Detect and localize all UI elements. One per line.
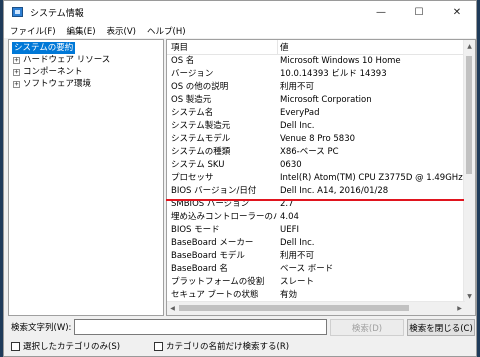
list-row[interactable]: プラットフォームの役割 スレート [167, 276, 465, 289]
highlight-underline [166, 199, 464, 201]
list-row[interactable]: プロセッサ Intel(R) Atom(TM) CPU Z3775D @ 1.49… [167, 172, 470, 185]
row-item-cell: BaseBoard モデル [171, 251, 245, 261]
row-item-cell: BaseBoard 名 [171, 264, 228, 274]
list-row[interactable]: BIOS バージョン/日付 Dell Inc. A14, 2016/01/28 [167, 185, 465, 198]
list-row[interactable]: システムの種類 X86-ベース PC [167, 146, 465, 159]
tree-item-label: ハードウェア リソース [23, 55, 111, 65]
horizontal-scroll-thumb[interactable] [179, 305, 409, 311]
list-row[interactable]: システムモデル Venue 8 Pro 5830 [167, 133, 465, 146]
list-row[interactable]: BaseBoard メーカー Dell Inc. [167, 237, 465, 250]
row-item-cell: OS の他の説明 [171, 82, 229, 92]
tree-item-hardware-resources[interactable]: + ハードウェア リソース [13, 54, 110, 66]
scroll-left-arrow-icon[interactable]: ◀ [167, 302, 178, 314]
list-row[interactable]: BIOS モード UEFI [167, 224, 465, 237]
row-item-cell: OS 製造元 [171, 95, 212, 105]
list-row[interactable]: OS の他の説明 利用不可 [167, 81, 465, 94]
row-item-cell: BIOS バージョン/日付 [171, 186, 257, 196]
search-input[interactable] [74, 319, 327, 335]
row-value-cell: Intel(R) Atom(TM) CPU Z3775D @ 1.49GHz, … [280, 173, 470, 183]
category-tree: システムの要約 + ハードウェア リソース + コンポーネント + ソフトウェア… [8, 39, 164, 316]
category-names-only-checkbox[interactable] [154, 341, 163, 351]
tree-item-label: ソフトウェア環境 [23, 79, 92, 89]
tree-item-components[interactable]: + コンポーネント [13, 66, 83, 78]
row-item-cell: BaseBoard メーカー [171, 238, 254, 248]
menu-edit[interactable]: 編集(E) [61, 25, 101, 37]
vertical-scrollbar[interactable]: ▲ ▼ [463, 40, 475, 302]
row-item-cell: システム名 [171, 108, 214, 118]
row-value-cell: 利用不可 [280, 82, 315, 92]
expand-icon[interactable]: + [13, 56, 20, 64]
list-row[interactable]: システム製造元 Dell Inc. [167, 120, 465, 133]
row-item-cell: 埋め込みコントローラーのバージョ... [171, 212, 277, 222]
scrollbar-corner [464, 302, 475, 315]
row-item-cell: OS 名 [171, 56, 195, 66]
window-title: システム情報 [30, 8, 84, 19]
list-row[interactable]: BaseBoard 名 ベース ボード [167, 263, 465, 276]
selected-category-only-label: 選択したカテゴリのみ(S) [23, 342, 121, 352]
row-item-cell: システムの種類 [171, 147, 231, 157]
maximize-button[interactable]: ☐ [400, 1, 438, 23]
minimize-button[interactable]: — [362, 1, 400, 23]
list-header: 項目 値 [167, 40, 465, 55]
column-header-value[interactable]: 値 [280, 41, 470, 53]
row-value-cell: 0630 [280, 160, 302, 170]
menu-help[interactable]: ヘルプ(H) [141, 25, 191, 37]
close-button[interactable]: ✕ [438, 1, 476, 23]
title-bar: システム情報 — ☐ ✕ [4, 1, 476, 23]
list-row[interactable]: BaseBoard モデル 利用不可 [167, 250, 465, 263]
expand-icon[interactable]: + [13, 68, 20, 76]
row-value-cell: Microsoft Corporation [280, 95, 372, 105]
row-value-cell: スレート [280, 277, 315, 287]
system-info-app-icon [12, 7, 23, 17]
menu-view[interactable]: 表示(V) [101, 25, 141, 37]
row-value-cell: Dell Inc. A14, 2016/01/28 [280, 186, 389, 196]
list-row[interactable]: 埋め込みコントローラーのバージョ...4.04 [167, 211, 465, 224]
row-value-cell: ベース ボード [280, 264, 334, 274]
list-row[interactable]: OS 製造元 Microsoft Corporation [167, 94, 465, 107]
row-value-cell: Dell Inc. [280, 121, 315, 131]
column-divider[interactable] [277, 40, 278, 54]
vertical-scroll-thumb[interactable] [466, 56, 472, 174]
selected-category-only-option[interactable]: 選択したカテゴリのみ(S) [11, 340, 120, 352]
details-list: 項目 値 OS 名 Microsoft Windows 10 Home バージョン 1… [166, 39, 476, 316]
system-info-window: システム情報 — ☐ ✕ ファイル(F) 編集(E) 表示(V) ヘルプ(H) … [3, 0, 477, 357]
scroll-down-arrow-icon[interactable]: ▼ [464, 290, 475, 302]
row-value-cell: X86-ベース PC [280, 147, 339, 157]
row-item-cell: プラットフォームの役割 [171, 277, 265, 287]
category-names-only-option[interactable]: カテゴリの名前だけ検索する(R) [154, 340, 289, 352]
row-item-cell: システム SKU [171, 160, 225, 170]
row-item-cell: プロセッサ [171, 173, 214, 183]
row-value-cell: Dell Inc. [280, 238, 315, 248]
list-row[interactable]: OS 名 Microsoft Windows 10 Home [167, 55, 465, 68]
menu-bar: ファイル(F) 編集(E) 表示(V) ヘルプ(H) [4, 23, 476, 38]
row-value-cell: 利用不可 [280, 251, 315, 261]
row-value-cell: UEFI [280, 225, 299, 235]
row-value-cell: 4.04 [280, 212, 299, 222]
list-row[interactable]: システム名 EveryPad [167, 107, 465, 120]
scroll-up-arrow-icon[interactable]: ▲ [464, 40, 475, 52]
selected-category-only-checkbox[interactable] [11, 341, 20, 351]
tree-item-system-summary[interactable]: システムの要約 [12, 42, 76, 54]
expand-icon[interactable]: + [13, 80, 20, 88]
menu-file[interactable]: ファイル(F) [4, 25, 61, 37]
row-value-cell: Microsoft Windows 10 Home [280, 56, 401, 66]
tree-item-software-environment[interactable]: + ソフトウェア環境 [13, 78, 91, 90]
list-row[interactable]: システム SKU 0630 [167, 159, 465, 172]
tree-item-label: コンポーネント [23, 67, 83, 77]
close-search-button[interactable]: 検索を閉じる(C) [407, 319, 475, 336]
row-value-cell: 10.0.14393 ビルド 14393 [280, 69, 387, 79]
column-header-item[interactable]: 項目 [171, 41, 277, 53]
row-value-cell: Venue 8 Pro 5830 [280, 134, 356, 144]
row-item-cell: システム製造元 [171, 121, 231, 131]
search-button[interactable]: 検索(D) [330, 319, 404, 336]
row-item-cell: バージョン [171, 69, 214, 79]
row-value-cell: EveryPad [280, 108, 320, 118]
row-item-cell: システムモデル [171, 134, 231, 144]
list-row[interactable]: バージョン 10.0.14393 ビルド 14393 [167, 68, 465, 81]
category-names-only-label: カテゴリの名前だけ検索する(R) [166, 342, 290, 352]
horizontal-scrollbar[interactable]: ◀ ▶ [167, 301, 465, 315]
row-item-cell: BIOS モード [171, 225, 220, 235]
window-controls: — ☐ ✕ [362, 1, 476, 23]
search-label: 検索文字列(W): [11, 323, 72, 333]
